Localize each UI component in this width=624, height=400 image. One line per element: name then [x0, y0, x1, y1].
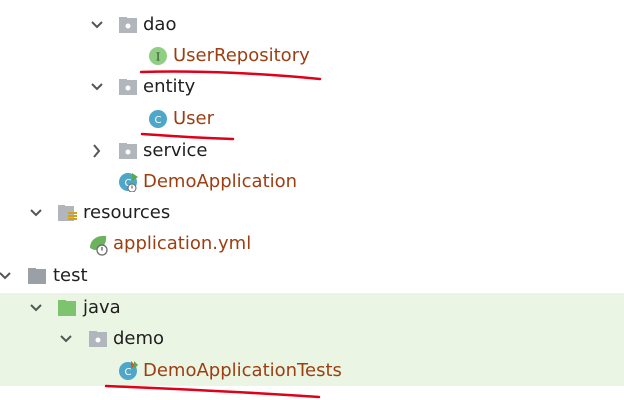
package-icon: [118, 141, 138, 161]
chevron-down-icon[interactable]: [57, 330, 75, 348]
package-label: dao: [143, 14, 177, 35]
spring-boot-class-icon: C: [118, 172, 138, 192]
class-icon: C: [148, 109, 168, 129]
folder-icon: [27, 266, 47, 286]
interface-icon-letter: I: [156, 51, 160, 64]
test-class-icon: C: [118, 361, 138, 381]
file-label: DemoApplication: [143, 171, 298, 192]
tree-row-resources[interactable]: resources: [0, 198, 624, 229]
underline-demoapplicationtests: [104, 384, 321, 399]
tree-row-partial: [0, 0, 624, 6]
chevron-down-icon[interactable]: [27, 299, 45, 317]
class-icon-letter: C: [155, 115, 162, 126]
tree-row-demo[interactable]: demo: [0, 324, 624, 355]
package-icon: [118, 15, 138, 35]
resources-folder-icon: [57, 203, 77, 223]
chevron-down-icon[interactable]: [88, 16, 106, 34]
tree-row-entity[interactable]: entity: [0, 72, 624, 103]
chevron-down-icon[interactable]: [88, 78, 106, 96]
tree-row-dao[interactable]: dao: [0, 10, 624, 41]
package-label: service: [143, 140, 208, 161]
test-folder-icon: [57, 298, 77, 318]
interface-icon: I: [148, 46, 168, 66]
file-label: DemoApplicationTests: [143, 360, 342, 381]
folder-label: java: [83, 297, 121, 318]
tree-row-test[interactable]: test: [0, 261, 624, 292]
package-label: demo: [113, 328, 165, 349]
package-label: entity: [143, 76, 196, 97]
file-label: application.yml: [113, 233, 252, 254]
tree-row-application-yml[interactable]: application.yml: [0, 229, 624, 260]
chevron-down-icon[interactable]: [27, 204, 45, 222]
chevron-right-icon[interactable]: [88, 142, 106, 160]
folder-label: test: [53, 265, 88, 286]
tree-row-java[interactable]: java: [0, 293, 624, 324]
folder-label: resources: [83, 202, 171, 223]
package-icon: [88, 329, 108, 349]
tree-row-service[interactable]: service: [0, 136, 624, 167]
chevron-down-icon[interactable]: [0, 267, 14, 285]
file-label: User: [173, 108, 215, 129]
tree-row-user[interactable]: C User: [0, 104, 624, 135]
tree-row-demoapplication[interactable]: C DemoApplication: [0, 167, 624, 198]
tree-row-userrepository[interactable]: I UserRepository: [0, 41, 624, 72]
class-icon-letter: C: [125, 367, 132, 378]
package-icon: [118, 77, 138, 97]
tree-row-demoapplicationtests[interactable]: C DemoApplicationTests: [0, 356, 624, 387]
file-label: UserRepository: [173, 45, 310, 66]
spring-config-icon: [88, 234, 108, 256]
